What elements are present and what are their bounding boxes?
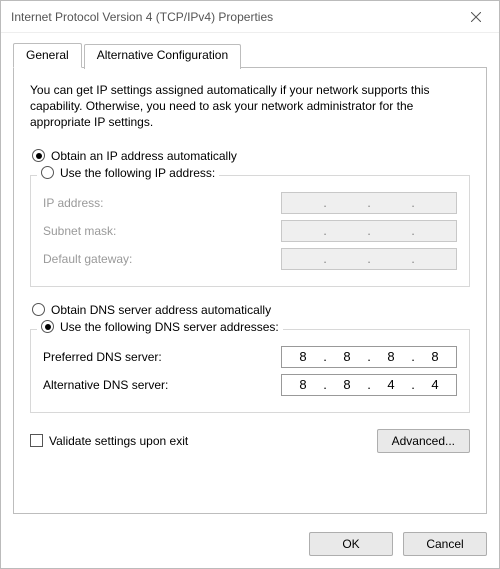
validate-label: Validate settings upon exit	[49, 434, 188, 448]
tab-panel-general: You can get IP settings assigned automat…	[13, 67, 487, 514]
row-alternate-dns: Alternative DNS server: 8. 8. 4. 4	[43, 374, 457, 396]
subnet-mask-label: Subnet mask:	[43, 224, 116, 238]
checkbox-icon	[30, 434, 43, 447]
close-icon	[471, 12, 481, 22]
radio-ip-manual[interactable]: Use the following IP address:	[37, 166, 219, 180]
cancel-button[interactable]: Cancel	[403, 532, 487, 556]
radio-ip-manual-label: Use the following IP address:	[60, 166, 215, 180]
window-title: Internet Protocol Version 4 (TCP/IPv4) P…	[11, 10, 273, 24]
group-dns-manual: Use the following DNS server addresses: …	[30, 329, 470, 413]
alternate-dns-label: Alternative DNS server:	[43, 378, 168, 392]
row-default-gateway: Default gateway: . . .	[43, 248, 457, 270]
tab-general[interactable]: General	[13, 43, 82, 68]
radio-dns-auto-label: Obtain DNS server address automatically	[51, 303, 271, 317]
close-button[interactable]	[453, 1, 499, 33]
alternate-dns-input[interactable]: 8. 8. 4. 4	[281, 374, 457, 396]
bottom-row: Validate settings upon exit Advanced...	[30, 429, 470, 453]
preferred-dns-label: Preferred DNS server:	[43, 350, 162, 364]
radio-dns-manual[interactable]: Use the following DNS server addresses:	[37, 320, 283, 334]
titlebar: Internet Protocol Version 4 (TCP/IPv4) P…	[1, 1, 499, 33]
radio-ip-auto-label: Obtain an IP address automatically	[51, 149, 237, 163]
default-gateway-input: . . .	[281, 248, 457, 270]
ip-address-input: . . .	[281, 192, 457, 214]
radio-icon	[32, 303, 45, 316]
checkbox-validate-on-exit[interactable]: Validate settings upon exit	[30, 434, 188, 448]
row-preferred-dns: Preferred DNS server: 8. 8. 8. 8	[43, 346, 457, 368]
radio-icon	[32, 149, 45, 162]
radio-dns-manual-label: Use the following DNS server addresses:	[60, 320, 279, 334]
advanced-button[interactable]: Advanced...	[377, 429, 470, 453]
default-gateway-label: Default gateway:	[43, 252, 132, 266]
tab-alternative-configuration[interactable]: Alternative Configuration	[84, 44, 241, 69]
radio-ip-auto[interactable]: Obtain an IP address automatically	[32, 149, 470, 163]
radio-icon	[41, 320, 54, 333]
ip-address-label: IP address:	[43, 196, 103, 210]
dialog-body: General Alternative Configuration You ca…	[1, 33, 499, 522]
tabstrip: General Alternative Configuration	[13, 43, 487, 68]
dialog-buttons: OK Cancel	[1, 522, 499, 568]
row-ip-address: IP address: . . .	[43, 192, 457, 214]
intro-text: You can get IP settings assigned automat…	[30, 82, 470, 131]
radio-dns-auto[interactable]: Obtain DNS server address automatically	[32, 303, 470, 317]
subnet-mask-input: . . .	[281, 220, 457, 242]
dialog-window: Internet Protocol Version 4 (TCP/IPv4) P…	[0, 0, 500, 569]
ok-button[interactable]: OK	[309, 532, 393, 556]
group-ip-manual: Use the following IP address: IP address…	[30, 175, 470, 287]
preferred-dns-input[interactable]: 8. 8. 8. 8	[281, 346, 457, 368]
radio-icon	[41, 166, 54, 179]
row-subnet-mask: Subnet mask: . . .	[43, 220, 457, 242]
